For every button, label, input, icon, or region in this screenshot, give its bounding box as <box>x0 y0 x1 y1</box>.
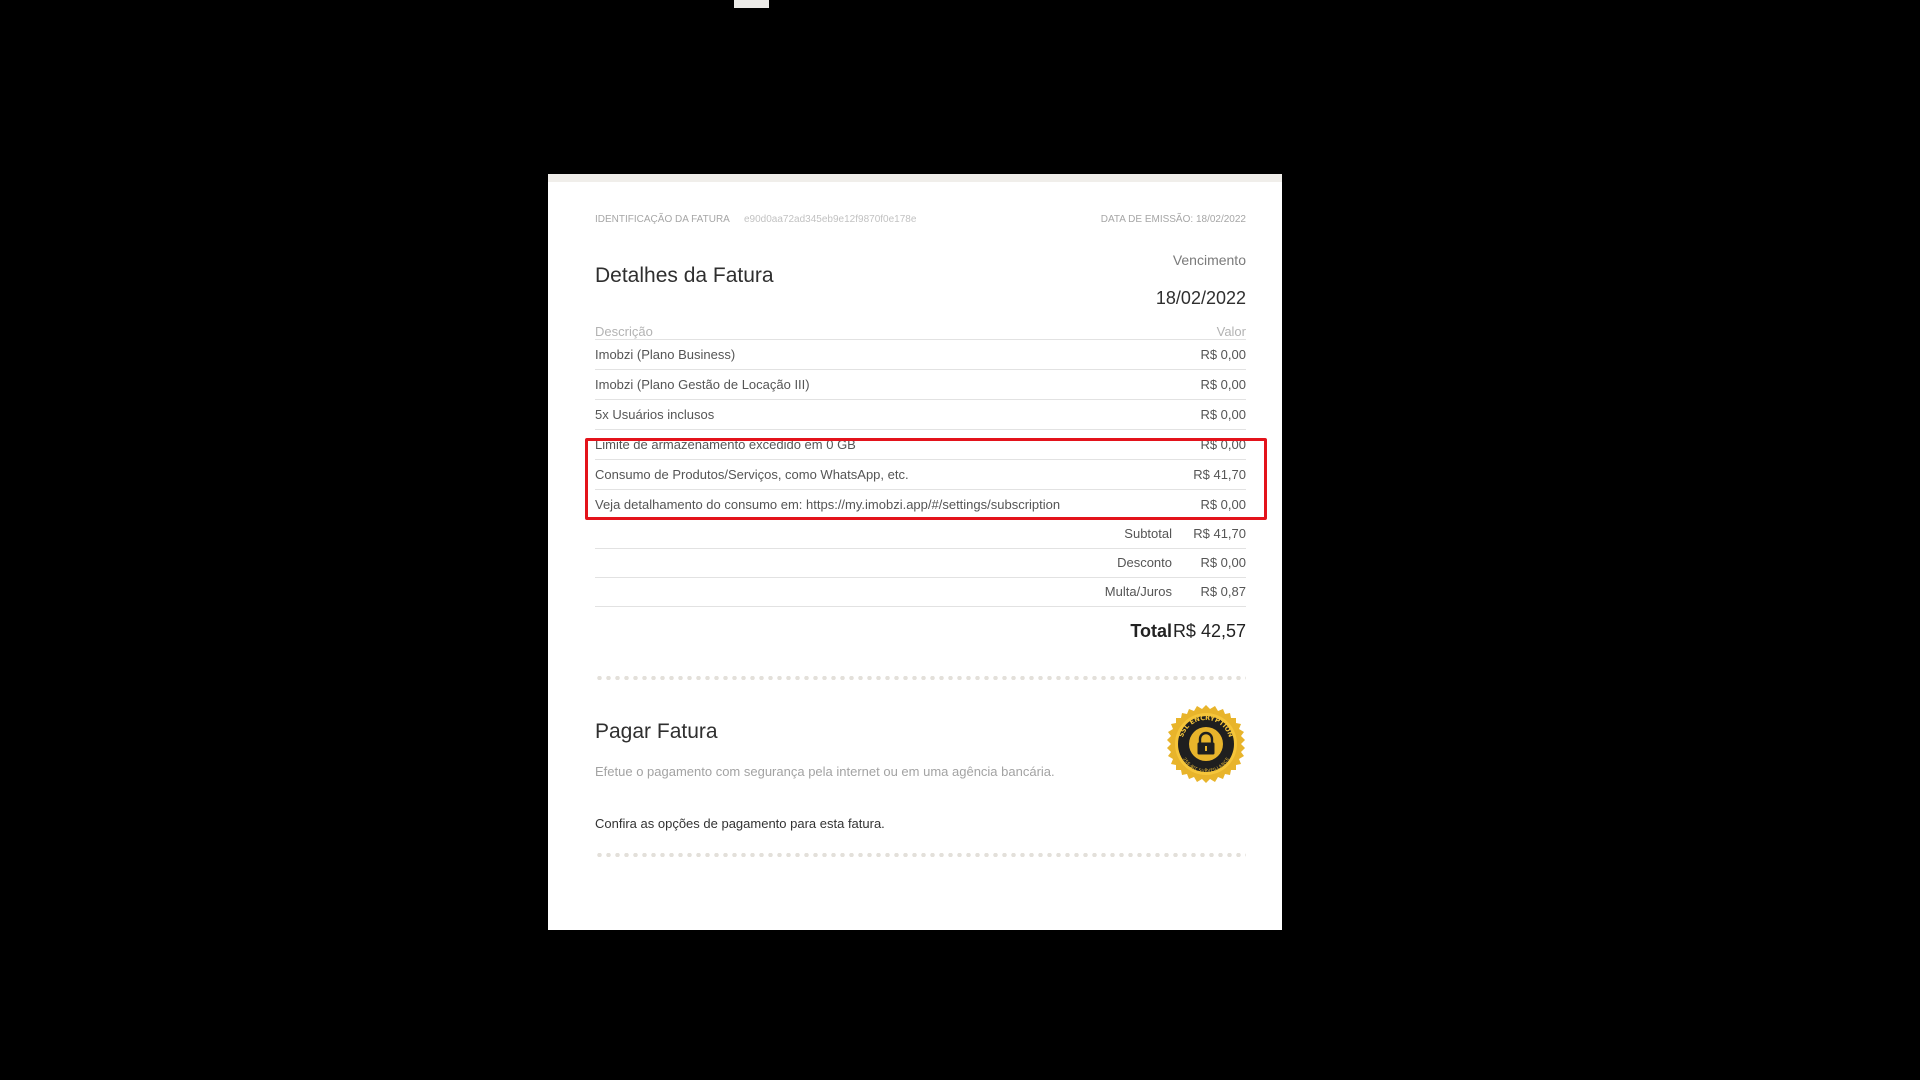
ssl-badge-graphic: SSL ENCRYPTION 256-BIT SURVEILLANCE <box>1167 705 1245 783</box>
row-value: R$ 0,00 <box>1200 407 1246 422</box>
fine-value: R$ 0,87 <box>1200 584 1246 599</box>
payment-options-link[interactable]: Confira as opções de pagamento para esta… <box>595 816 885 831</box>
column-header-description: Descrição <box>595 324 653 339</box>
table-row: Imobzi (Plano Gestão de Locação III) R$ … <box>595 370 1246 400</box>
due-date: 18/02/2022 <box>1155 288 1246 308</box>
row-description: Imobzi (Plano Gestão de Locação III) <box>595 377 810 392</box>
row-value: R$ 0,00 <box>1200 377 1246 392</box>
table-header: Descrição Valor <box>595 324 1246 340</box>
fine-label: Multa/Juros <box>1104 584 1172 599</box>
ssl-badge: SSL ENCRYPTION 256-BIT SURVEILLANCE <box>1166 704 1246 784</box>
invoice-id-label: IDENTIFICAÇÃO DA FATURA <box>595 214 730 225</box>
payment-description: Efetue o pagamento com segurança pela in… <box>595 764 1055 779</box>
highlight-annotation-box <box>585 438 1267 520</box>
row-description: Imobzi (Plano Business) <box>595 347 736 362</box>
row-value: R$ 0,00 <box>1200 347 1246 362</box>
subtotal-value: R$ 41,70 <box>1193 526 1246 541</box>
fine-row: Multa/Juros R$ 0,87 <box>595 578 1246 607</box>
invoice-id-value: e90d0aa72ad345eb9e12f9870f0e178e <box>744 214 917 225</box>
total-row: Total R$ 42,57 <box>595 607 1246 647</box>
discount-label: Desconto <box>1117 555 1172 570</box>
discount-row: Desconto R$ 0,00 <box>595 549 1246 578</box>
total-label: Total <box>1130 621 1172 641</box>
emission-date: DATA DE EMISSÃO: 18/02/2022 <box>1100 214 1246 225</box>
total-value: R$ 42,57 <box>1172 621 1246 641</box>
discount-value: R$ 0,00 <box>1200 555 1246 570</box>
top-tab-fragment <box>734 0 769 8</box>
column-header-value: Valor <box>1216 324 1246 339</box>
table-row: Imobzi (Plano Business) R$ 0,00 <box>595 340 1246 370</box>
dotted-divider-bottom <box>595 853 1246 857</box>
subtotal-row: Subtotal R$ 41,70 <box>595 520 1246 549</box>
page-title: Detalhes da Fatura <box>595 264 774 287</box>
due-label: Vencimento <box>1172 252 1246 268</box>
dotted-divider <box>595 676 1246 680</box>
table-row: 5x Usuários inclusos R$ 0,00 <box>595 400 1246 430</box>
invoice-meta-row: IDENTIFICAÇÃO DA FATURA e90d0aa72ad345eb… <box>595 214 1246 228</box>
payment-title: Pagar Fatura <box>595 720 718 743</box>
row-description: 5x Usuários inclusos <box>595 407 715 422</box>
invoice-card: IDENTIFICAÇÃO DA FATURA e90d0aa72ad345eb… <box>548 174 1282 930</box>
subtotal-label: Subtotal <box>1124 526 1172 541</box>
